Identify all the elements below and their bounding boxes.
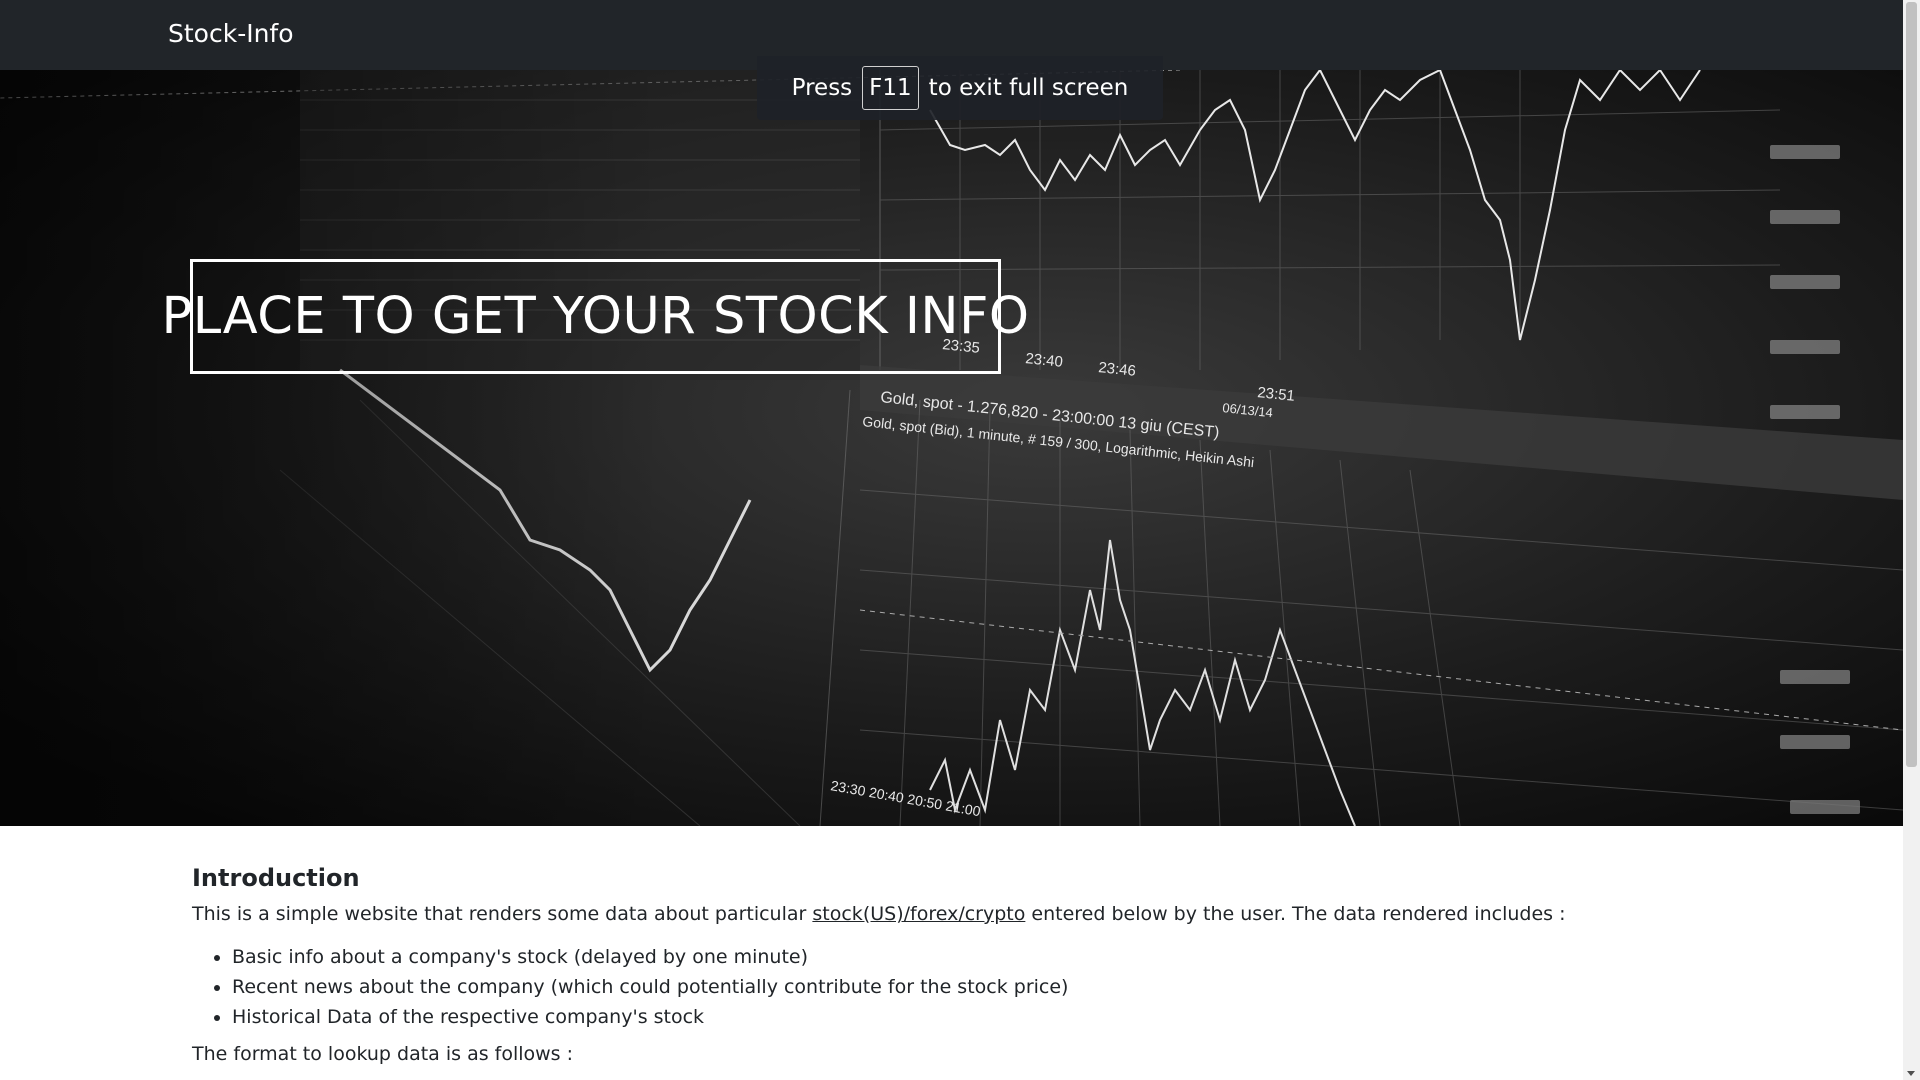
- list-item: Recent news about the company (which cou…: [232, 972, 1872, 1002]
- page: Stock-Info Press F11 to exit full screen: [0, 0, 1920, 1080]
- scrollbar-thumb[interactable]: [1906, 2, 1917, 767]
- fullscreen-key-badge: F11: [862, 66, 919, 110]
- page-scrollbar[interactable]: [1903, 0, 1920, 1080]
- fullscreen-hint: Press F11 to exit full screen: [757, 56, 1163, 120]
- fullscreen-hint-prefix: Press: [791, 75, 853, 101]
- brand-link[interactable]: Stock-Info: [168, 18, 294, 50]
- features-list: Basic info about a company's stock (dela…: [192, 942, 1872, 1032]
- list-item: Basic info about a company's stock (dela…: [232, 942, 1872, 972]
- hero-title: PLACE TO GET YOUR STOCK INFO: [161, 287, 1030, 346]
- main-content: Introduction This is a simple website th…: [192, 862, 1872, 1068]
- list-item: Historical Data of the respective compan…: [232, 1002, 1872, 1032]
- scroll-down-arrow-icon[interactable]: [1907, 1071, 1915, 1076]
- fullscreen-hint-suffix: to exit full screen: [928, 75, 1129, 101]
- hero-background-image: 23:35 23:40 23:46 23:51 06/13/14 Gold, s…: [0, 70, 1903, 826]
- hero-banner: 23:35 23:40 23:46 23:51 06/13/14 Gold, s…: [0, 70, 1903, 826]
- hero-title-box: PLACE TO GET YOUR STOCK INFO: [161, 259, 1029, 374]
- intro-paragraph: This is a simple website that renders so…: [192, 900, 1872, 928]
- intro-text-after: entered below by the user. The data rend…: [1025, 903, 1566, 925]
- intro-heading: Introduction: [192, 864, 360, 892]
- stock-forex-crypto-link[interactable]: stock(US)/forex/crypto: [812, 903, 1025, 925]
- format-paragraph: The format to lookup data is as follows …: [192, 1043, 574, 1065]
- intro-text-before: This is a simple website that renders so…: [192, 903, 813, 925]
